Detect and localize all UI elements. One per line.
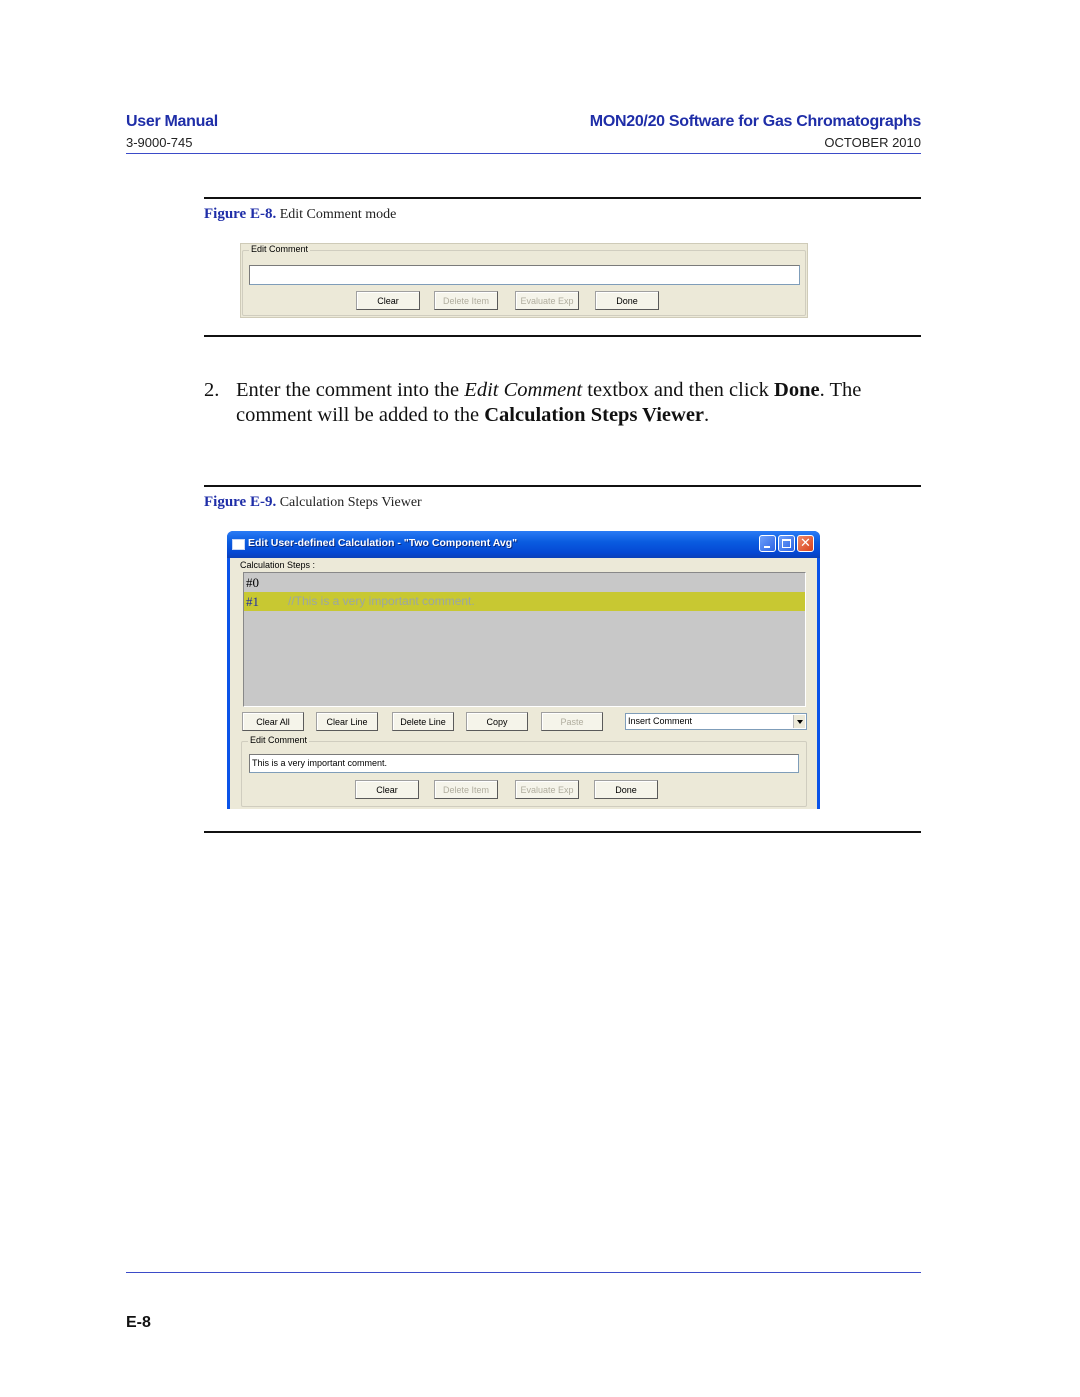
window-title: Edit User-defined Calculation - "Two Com… — [248, 537, 518, 549]
clear-button[interactable]: Clear — [356, 291, 420, 310]
edit-comment-label: Edit Comment — [249, 244, 311, 254]
minimize-button[interactable] — [759, 535, 776, 552]
done-button[interactable]: Done — [595, 291, 659, 310]
page-number: E-8 — [126, 1314, 151, 1331]
step-text-bold-done: Done — [774, 379, 820, 401]
step-number: #1 — [246, 594, 259, 609]
chevron-down-icon[interactable] — [793, 715, 805, 728]
window-titlebar[interactable]: Edit User-defined Calculation - "Two Com… — [227, 531, 820, 558]
maximize-button[interactable] — [778, 535, 795, 552]
copy-button[interactable]: Copy — [466, 712, 528, 731]
figure-e9-bottom-rule — [204, 831, 921, 833]
close-icon: ✕ — [800, 536, 811, 551]
window-app-icon — [232, 539, 245, 550]
step-number: 2. — [204, 379, 220, 401]
done-button[interactable]: Done — [594, 780, 658, 799]
header-doc-title: MON20/20 Software for Gas Chromatographs — [589, 113, 922, 130]
step-text-part: . — [704, 404, 710, 426]
header-doc-number: 3-9000-745 — [126, 135, 193, 150]
calculation-window: Edit User-defined Calculation - "Two Com… — [227, 531, 820, 809]
footer-rule — [126, 1272, 921, 1273]
edit-comment-groupbox: Edit Comment Clear Delete Item Evaluate … — [242, 244, 806, 316]
step-text-bold-viewer: Calculation Steps Viewer — [484, 404, 705, 426]
edit-comment-panel: Edit Comment Clear Delete Item Evaluate … — [240, 243, 808, 318]
edit-comment-input[interactable] — [249, 265, 800, 285]
edit-comment-label: Edit Comment — [248, 735, 310, 745]
step-number: #0 — [246, 575, 259, 590]
clear-button[interactable]: Clear — [355, 780, 419, 799]
edit-comment-input[interactable]: This is a very important comment. — [249, 754, 799, 773]
calculation-steps-label: Calculation Steps : — [240, 560, 316, 570]
step-text-italic: Edit Comment — [464, 379, 583, 401]
close-button[interactable]: ✕ — [797, 535, 814, 552]
figure-e8-bottom-rule — [204, 335, 921, 337]
header-rule — [126, 153, 921, 154]
step-row[interactable]: #0 — [244, 573, 805, 592]
paste-button[interactable]: Paste — [541, 712, 603, 731]
figure-e8-title: Edit Comment mode — [279, 207, 397, 222]
figure-e8-top-rule — [204, 197, 921, 199]
clear-line-button[interactable]: Clear Line — [316, 712, 378, 731]
evaluate-exp-button[interactable]: Evaluate Exp — [515, 291, 579, 310]
step-text: Enter the comment into the Edit Comment … — [236, 378, 896, 428]
step-row-selected[interactable]: #1 //This is a very important comment. — [244, 592, 805, 611]
header-doc-type: User Manual — [126, 113, 218, 130]
figure-e9-top-rule — [204, 485, 921, 487]
evaluate-exp-button[interactable]: Evaluate Exp — [515, 780, 579, 799]
delete-item-button[interactable]: Delete Item — [434, 291, 498, 310]
delete-item-button[interactable]: Delete Item — [434, 780, 498, 799]
window-body: Calculation Steps : #0 #1 //This is a ve… — [230, 558, 817, 809]
clear-all-button[interactable]: Clear All — [242, 712, 304, 731]
figure-e8-caption: Figure E-8. Edit Comment mode — [204, 206, 396, 223]
step-text-part: textbox and then click — [582, 379, 775, 401]
edit-comment-groupbox: Edit Comment This is a very important co… — [241, 735, 807, 807]
step-expression: //This is a very important comment. — [288, 594, 475, 608]
step-type-value: Insert Comment — [628, 716, 693, 726]
delete-line-button[interactable]: Delete Line — [392, 712, 454, 731]
step-text-part: Enter the comment into the — [236, 379, 465, 401]
header-doc-date: OCTOBER 2010 — [824, 135, 921, 150]
figure-e8-number: Figure E-8. — [204, 206, 277, 222]
calculation-steps-list[interactable]: #0 #1 //This is a very important comment… — [243, 572, 806, 707]
figure-e9-number: Figure E-9. — [204, 494, 277, 510]
figure-e9-title: Calculation Steps Viewer — [279, 495, 422, 510]
figure-e9-caption: Figure E-9. Calculation Steps Viewer — [204, 494, 422, 511]
step-type-dropdown[interactable]: Insert Comment — [625, 713, 807, 730]
